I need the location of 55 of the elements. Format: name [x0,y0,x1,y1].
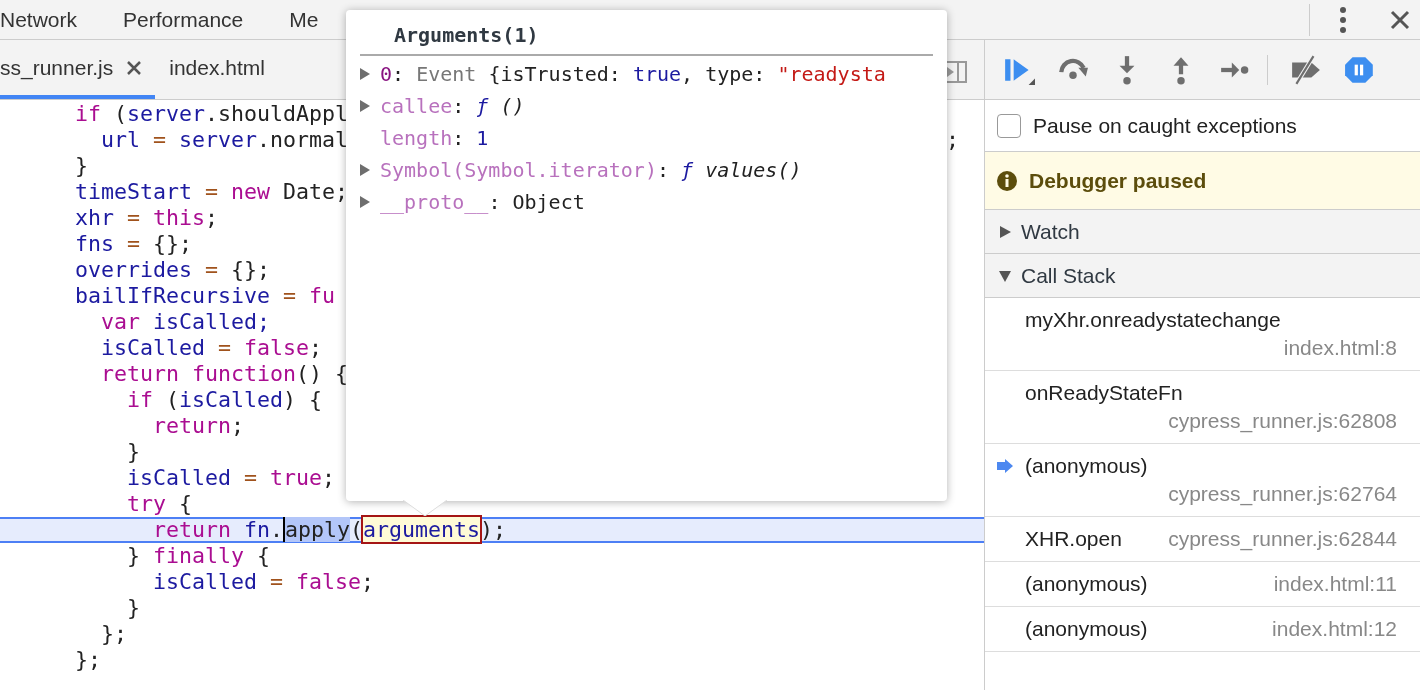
property-entry[interactable]: callee: ƒ () [380,91,525,121]
panel-tab[interactable]: Performance [123,3,244,36]
code-line: return function() { [100,361,349,387]
code-line: if (server.shouldAppl [75,101,349,127]
code-line: isCalled = false; [152,569,375,595]
code-line: } [126,439,140,465]
more-options-icon[interactable] [1338,5,1348,34]
property-entry[interactable]: Symbol(Symbol.iterator): ƒ values() [380,155,802,185]
property-entry[interactable]: 0: Event {isTrusted: true, type: "readysta [380,59,886,89]
call-frame[interactable]: (anonymous) index.html:11 [985,562,1420,607]
code-line: } [126,595,140,621]
call-frame[interactable]: myXhr.onreadystatechange index.html:8 [985,298,1420,371]
code-line: overrides = {}; [75,257,271,283]
code-line: timeStart = new Date; [75,179,349,205]
debugger-paused-message: Debugger paused [1029,167,1207,194]
expand-arrow-icon[interactable] [360,164,370,176]
close-icon[interactable] [127,60,142,75]
expand-arrow-icon[interactable] [360,68,370,80]
property-entry[interactable]: __proto__: Object [380,187,585,217]
call-frame[interactable]: (anonymous) index.html:12 [985,607,1420,652]
expand-arrow-icon[interactable] [360,100,370,112]
code-token: ; [946,127,959,153]
code-line: }; [75,647,101,673]
expand-arrow-icon[interactable] [360,196,370,208]
checkbox[interactable] [997,113,1021,138]
call-frame[interactable]: (anonymous) cypress_runner.js:62764 [985,444,1420,517]
code-line: bailIfRecursive = fu [75,283,336,309]
call-frame[interactable]: onReadyStateFn cypress_runner.js:62808 [985,371,1420,444]
code-line: fns = {}; [75,231,193,257]
pause-exceptions-icon[interactable] [1344,54,1376,85]
close-icon[interactable] [1390,9,1410,30]
call-frame[interactable]: XHR.open cypress_runner.js:62844 [985,517,1420,562]
section-header[interactable]: Watch [985,210,1420,254]
code-line: try { [126,491,193,517]
code-line: } [75,153,88,179]
info-icon [997,170,1017,191]
file-tab[interactable]: index.html [155,40,279,99]
property-entry[interactable]: length: 1 [380,123,489,153]
section-header[interactable]: Call Stack [985,254,1420,298]
code-line: isCalled = true; [126,465,336,491]
code-line: var isCalled; [100,309,271,335]
code-line: url = server.normal [100,127,349,153]
code-line: isCalled = false; [100,335,323,361]
code-line: if (isCalled) { [126,387,323,413]
expand-arrow-icon[interactable] [999,225,1011,238]
panel-tab[interactable]: Network [0,3,78,36]
deactivate-breakpoints-icon[interactable] [1290,54,1322,85]
code-line: }; [100,621,127,647]
panel-tab[interactable]: Me [289,3,319,36]
code-line: return fn.apply(arguments); [152,519,507,541]
code-line: } finally { [126,543,271,569]
popover-title: Arguments(1) [360,20,933,56]
collapse-arrow-icon[interactable] [999,269,1011,282]
code-line: return; [152,413,245,439]
code-line: xhr = this; [75,205,219,231]
